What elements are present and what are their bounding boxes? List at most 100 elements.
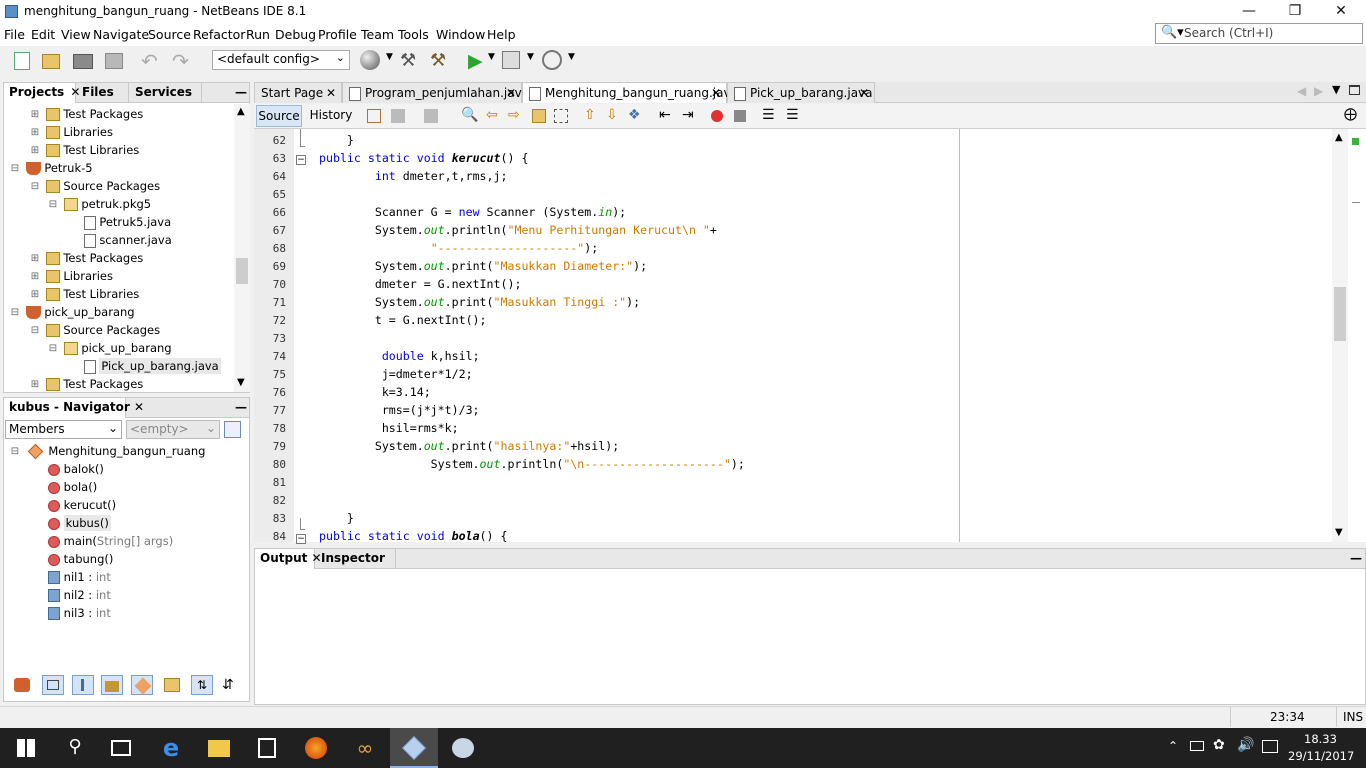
restore-button[interactable]: ❐	[1272, 1, 1318, 23]
battery-icon[interactable]	[1190, 741, 1204, 751]
expand-icon[interactable]: ⊞	[28, 287, 42, 303]
tab-list-icon[interactable]: ▼	[1332, 83, 1340, 96]
menu-window[interactable]: Window	[436, 27, 485, 42]
project-tree-item[interactable]: ⊞ Test Libraries	[28, 141, 139, 159]
collapse-icon[interactable]: ⊟	[28, 179, 42, 195]
netbeans-icon[interactable]	[401, 735, 427, 761]
expand-icon[interactable]: ⊞	[28, 143, 42, 159]
scroll-right-icon[interactable]: ▶	[1314, 84, 1323, 98]
menu-debug[interactable]: Debug	[275, 27, 316, 42]
scroll-up-icon[interactable]: ▲	[1335, 132, 1343, 143]
navigator-field[interactable]: nil3 : int	[48, 604, 111, 622]
new-project-icon[interactable]	[40, 50, 62, 72]
menu-edit[interactable]: Edit	[31, 27, 55, 42]
project-tree-item[interactable]: ⊟ pick_up_barang	[46, 339, 172, 357]
scroll-down-icon[interactable]: ▼	[1335, 527, 1343, 538]
project-tree-item[interactable]: ⊞ Test Packages	[28, 249, 143, 267]
stop-macro-icon[interactable]	[734, 110, 746, 122]
uncomment-icon[interactable]: ☰	[786, 107, 799, 123]
chevron-down-icon[interactable]: ▼	[527, 52, 534, 62]
empty-dropdown[interactable]: <empty> ⌄	[126, 420, 220, 439]
project-tree-item[interactable]: ⊟ Petruk-5	[8, 159, 93, 177]
tab-program-penjumlahan[interactable]: Program_penjumlahan.java ✕	[342, 82, 529, 103]
close-icon[interactable]: ✕	[134, 400, 144, 414]
split-icon[interactable]: ⨁	[1344, 107, 1357, 122]
tab-files[interactable]: Files	[77, 83, 129, 103]
source-tab[interactable]: Source	[256, 105, 302, 127]
firefox-icon[interactable]	[303, 736, 329, 760]
collapse-icon[interactable]: ⊟	[8, 161, 22, 177]
tab-pick-up-barang[interactable]: Pick_up_barang.java ✕	[727, 82, 875, 103]
scroll-up-icon[interactable]: ▲	[237, 106, 245, 117]
close-window-button[interactable]: ✕	[1318, 1, 1364, 23]
project-tree-item[interactable]: ⊟ Source Packages	[28, 177, 160, 195]
project-tree-item[interactable]: ⊞ Test Libraries	[28, 285, 139, 303]
navigator-field[interactable]: nil2 : int	[48, 586, 111, 604]
history-tab[interactable]: History	[306, 105, 356, 127]
volume-icon[interactable]: 🔊	[1237, 737, 1254, 753]
code-editor[interactable]	[254, 129, 1366, 542]
last-edit-icon[interactable]	[367, 109, 381, 123]
chevron-down-icon[interactable]: ▼	[386, 52, 393, 62]
members-dropdown[interactable]: Members ⌄	[5, 420, 122, 439]
project-tree-item[interactable]: scanner.java	[66, 231, 172, 249]
minimize-panel-icon[interactable]: —	[230, 83, 247, 103]
project-tree-item[interactable]: ⊟ petruk.pkg5	[46, 195, 151, 213]
navigator-method[interactable]: main(String[] args)	[48, 532, 173, 550]
run-icon[interactable]: ▶	[468, 50, 483, 72]
clock-date[interactable]: 29/11/2017	[1288, 749, 1354, 763]
collapse-icon[interactable]: ⊟	[8, 305, 22, 321]
task-view-icon[interactable]	[108, 736, 134, 760]
expand-icon[interactable]: ⊞	[28, 251, 42, 267]
config-dropdown[interactable]: <default config> ⌄	[212, 50, 350, 70]
expand-icon[interactable]: ⊞	[28, 377, 42, 393]
fqn-icon[interactable]	[164, 678, 180, 692]
clean-build-icon[interactable]: ⚒	[430, 50, 446, 71]
project-tree-item[interactable]: Petruk5.java	[66, 213, 171, 231]
show-hidden-icons-icon[interactable]: ⌃	[1168, 739, 1178, 753]
expand-icon[interactable]: ⊞	[28, 107, 42, 123]
maximize-icon[interactable]	[1349, 85, 1360, 95]
menu-team[interactable]: Team	[361, 27, 394, 42]
edge-icon[interactable]: e	[158, 736, 184, 760]
tab-services[interactable]: Services	[130, 83, 202, 103]
scroll-left-icon[interactable]: ◀	[1297, 84, 1306, 98]
fold-icon[interactable]: −	[296, 155, 306, 165]
collapse-icon[interactable]: ⊟	[46, 341, 60, 357]
hammer-icon[interactable]: ⚒	[400, 50, 416, 71]
close-icon[interactable]: ✕	[711, 83, 721, 103]
gamepad-icon[interactable]: ∞	[352, 736, 378, 760]
show-fields-icon[interactable]	[42, 675, 64, 695]
prev-bookmark-icon[interactable]: ⇧	[584, 107, 596, 123]
close-icon[interactable]: ✕	[326, 83, 336, 103]
expand-icon[interactable]: ⊞	[28, 125, 42, 141]
menu-source[interactable]: Source	[148, 27, 191, 42]
scroll-thumb[interactable]	[1334, 287, 1346, 341]
shift-right-icon[interactable]: ⇥	[682, 107, 694, 123]
menu-view[interactable]: View	[61, 27, 91, 42]
profile-icon[interactable]	[542, 50, 562, 70]
find-icon[interactable]: 🔍	[461, 107, 478, 123]
toggle-bookmark-icon[interactable]: ❖	[628, 107, 641, 123]
project-tree-item[interactable]: ⊟ Source Packages	[28, 321, 160, 339]
project-tree-item[interactable]: Pick_up_barang.java	[66, 357, 221, 375]
find-previous-icon[interactable]: ⇦	[486, 107, 498, 123]
lock-icon[interactable]	[101, 675, 123, 695]
new-file-icon[interactable]	[12, 50, 34, 72]
shift-left-icon[interactable]: ⇤	[659, 107, 671, 123]
projects-scrollbar[interactable]: ▲ ▼	[234, 104, 250, 392]
navigator-method[interactable]: kerucut()	[48, 496, 116, 514]
scroll-thumb[interactable]	[236, 258, 248, 284]
next-bookmark-icon[interactable]: ⇩	[606, 107, 618, 123]
find-next-icon[interactable]: ⇨	[508, 107, 520, 123]
wifi-icon[interactable]: ✿	[1213, 737, 1225, 753]
menu-file[interactable]: File	[4, 27, 25, 42]
file-explorer-icon[interactable]	[206, 736, 232, 760]
project-tree-item[interactable]: ⊞ Libraries	[28, 123, 113, 141]
history-icon[interactable]	[224, 421, 241, 438]
sort-by-name-icon[interactable]: ⇵	[222, 677, 234, 693]
minimize-panel-icon[interactable]: —	[230, 398, 247, 418]
collapse-icon[interactable]: ⊟	[46, 197, 60, 213]
record-macro-icon[interactable]	[711, 110, 723, 122]
close-icon[interactable]: ✕	[506, 83, 516, 103]
